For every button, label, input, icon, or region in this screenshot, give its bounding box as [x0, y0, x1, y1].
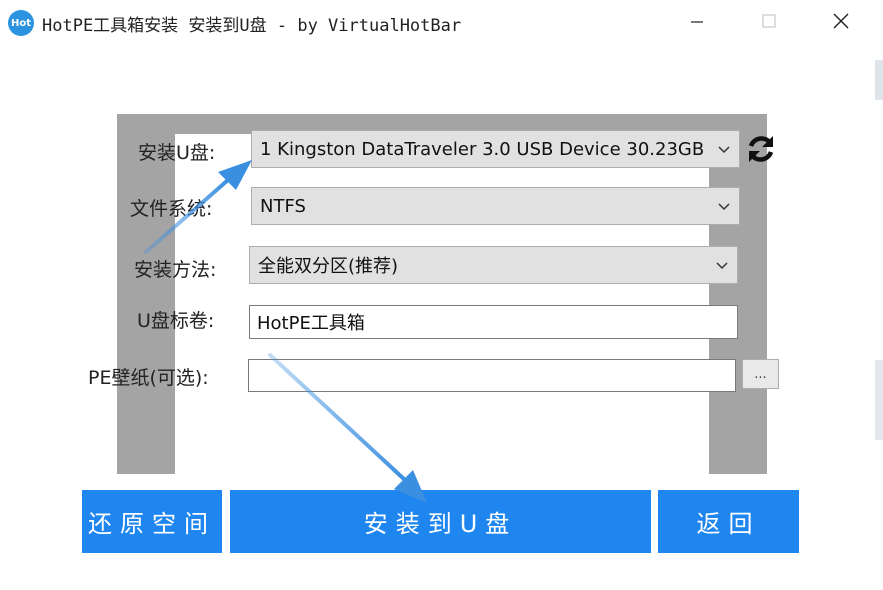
maximize-button[interactable]: [746, 0, 792, 42]
window-edge: [875, 60, 883, 100]
install-to-usb-button[interactable]: 安装到U盘: [230, 490, 651, 553]
chevron-down-icon: [718, 203, 730, 211]
restore-space-button[interactable]: 还原空间: [82, 490, 222, 553]
app-logo: Hot: [8, 10, 34, 36]
filesystem-select[interactable]: NTFS: [251, 187, 740, 225]
browse-button[interactable]: ...: [742, 359, 779, 389]
minimize-icon: [691, 21, 703, 23]
usb-device-value: 1 Kingston DataTraveler 3.0 USB Device 3…: [260, 138, 705, 160]
refresh-icon[interactable]: [744, 132, 778, 166]
close-icon: [833, 13, 849, 29]
title-bar: Hot HotPE工具箱安装 安装到U盘 - by VirtualHotBar: [0, 0, 883, 46]
close-button[interactable]: [818, 0, 864, 42]
usb-label: 安装U盘:: [138, 142, 216, 164]
maximize-icon: [762, 14, 776, 28]
chevron-down-icon: [718, 146, 730, 154]
wallpaper-label: PE壁纸(可选):: [88, 367, 209, 389]
window-title: HotPE工具箱安装 安装到U盘 - by VirtualHotBar: [42, 16, 462, 36]
filesystem-label: 文件系统:: [130, 198, 213, 220]
dim-overlay: [117, 134, 175, 474]
volume-value: HotPE工具箱: [257, 313, 365, 334]
install-method-value: 全能双分区(推荐): [258, 256, 399, 277]
back-button[interactable]: 返回: [658, 490, 799, 553]
installer-window: Hot HotPE工具箱安装 安装到U盘 - by VirtualHotBar …: [0, 0, 883, 590]
wallpaper-input[interactable]: [248, 359, 736, 392]
install-method-select[interactable]: 全能双分区(推荐): [249, 246, 738, 284]
volume-input[interactable]: HotPE工具箱: [249, 305, 738, 339]
form-panel: [175, 134, 709, 474]
usb-device-select[interactable]: 1 Kingston DataTraveler 3.0 USB Device 3…: [251, 130, 740, 168]
volume-label: U盘标卷:: [137, 310, 215, 332]
window-edge: [875, 360, 883, 440]
chevron-down-icon: [716, 262, 728, 270]
filesystem-value: NTFS: [260, 195, 306, 217]
dim-overlay: [709, 134, 767, 474]
install-method-label: 安装方法:: [134, 259, 217, 281]
minimize-button[interactable]: [674, 0, 720, 42]
